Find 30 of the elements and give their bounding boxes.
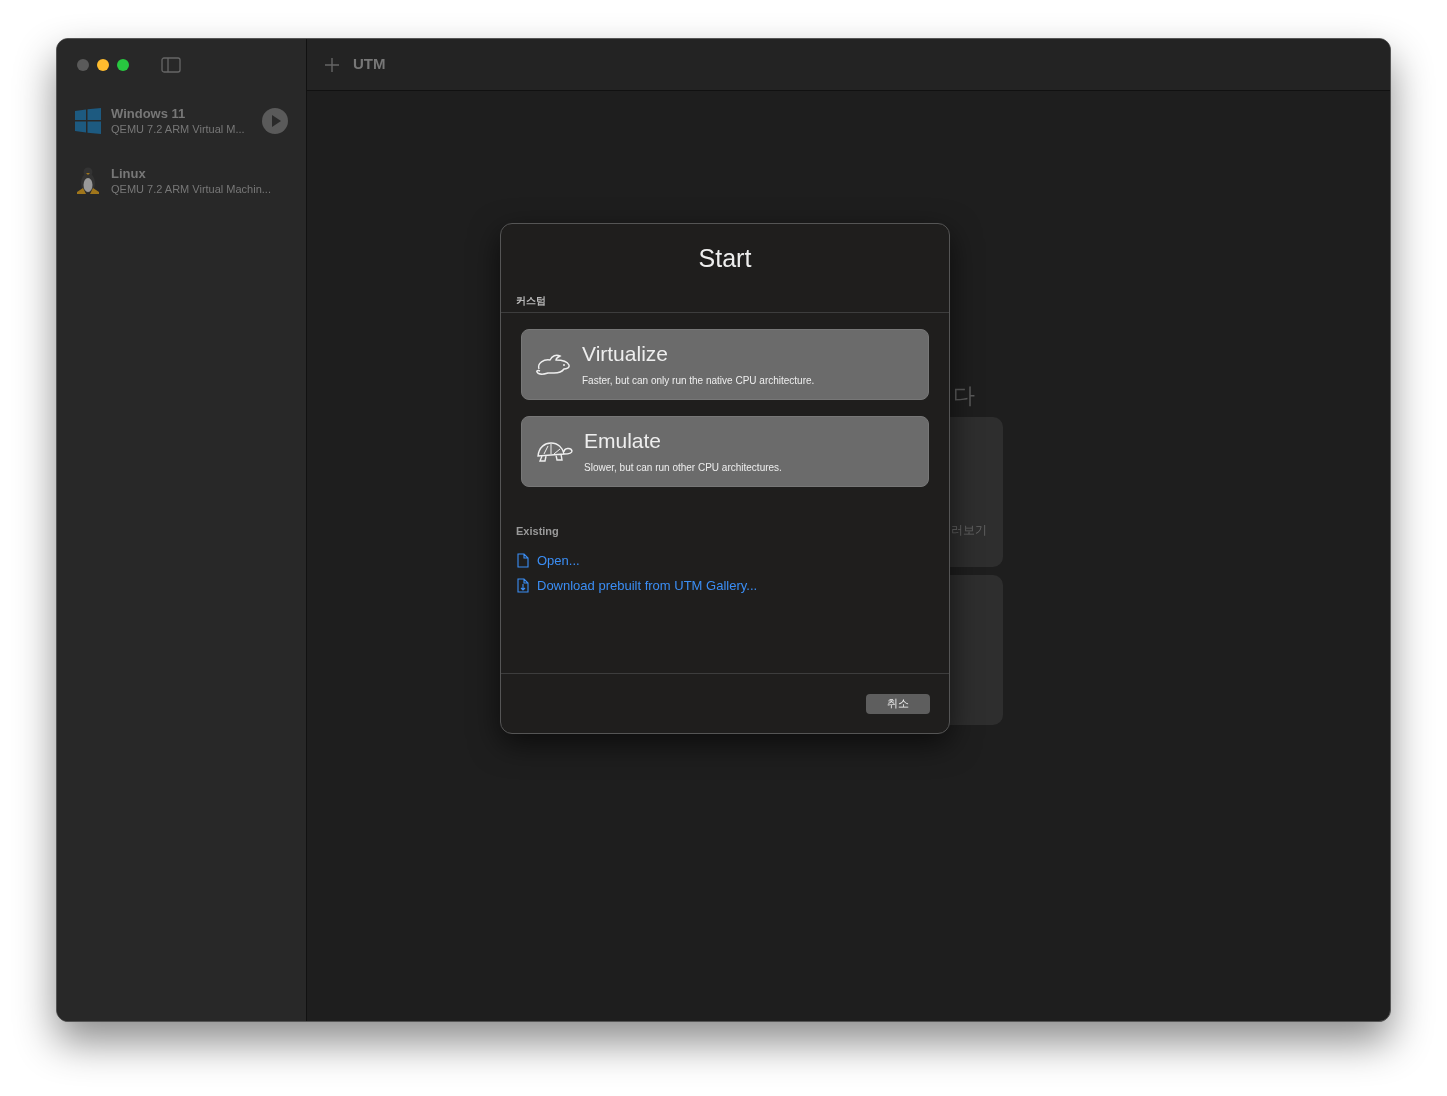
penguin-icon	[75, 166, 101, 196]
sidebar-item[interactable]: Linux QEMU 7.2 ARM Virtual Machin...	[57, 151, 306, 211]
vm-name: Windows 11	[111, 106, 187, 122]
add-icon[interactable]	[325, 57, 339, 72]
option-description: Slower, but can run other CPU architectures.	[584, 461, 782, 475]
play-button[interactable]	[262, 108, 288, 134]
section-label: Existing	[515, 524, 560, 539]
close-button[interactable]	[77, 59, 89, 71]
zoom-button[interactable]	[117, 59, 129, 71]
option-title: Emulate	[584, 428, 663, 454]
cancel-button[interactable]: 취소	[866, 693, 930, 714]
minimize-button[interactable]	[97, 59, 109, 71]
option-title: Virtualize	[582, 341, 669, 367]
option-button[interactable]: Emulate Slower, but can run other CPU architectures.	[521, 416, 929, 487]
section-label: 커스텀	[501, 288, 949, 313]
sidebar-toggle-icon[interactable]	[161, 57, 181, 73]
dialog-title: Start	[697, 243, 753, 274]
sidebar-item[interactable]: Windows 11 QEMU 7.2 ARM Virtual M...	[57, 91, 306, 151]
option-description: Faster, but can only run the native CPU architecture.	[582, 374, 815, 388]
option-button[interactable]: Virtualize Faster, but can only run the native CPU architecture.	[521, 329, 929, 400]
vm-description: QEMU 7.2 ARM Virtual Machin...	[111, 182, 272, 196]
heading: 다	[953, 383, 975, 408]
document-icon	[517, 552, 529, 568]
link[interactable]: Open...	[501, 547, 949, 573]
vm-description: QEMU 7.2 ARM Virtual M...	[111, 122, 246, 136]
link[interactable]: Download prebuilt from UTM Gallery...	[501, 573, 949, 599]
download-document-icon	[517, 578, 529, 594]
vm-name: Linux	[111, 166, 147, 182]
window-title: UTM	[353, 54, 386, 75]
windows-logo-icon	[75, 108, 101, 134]
